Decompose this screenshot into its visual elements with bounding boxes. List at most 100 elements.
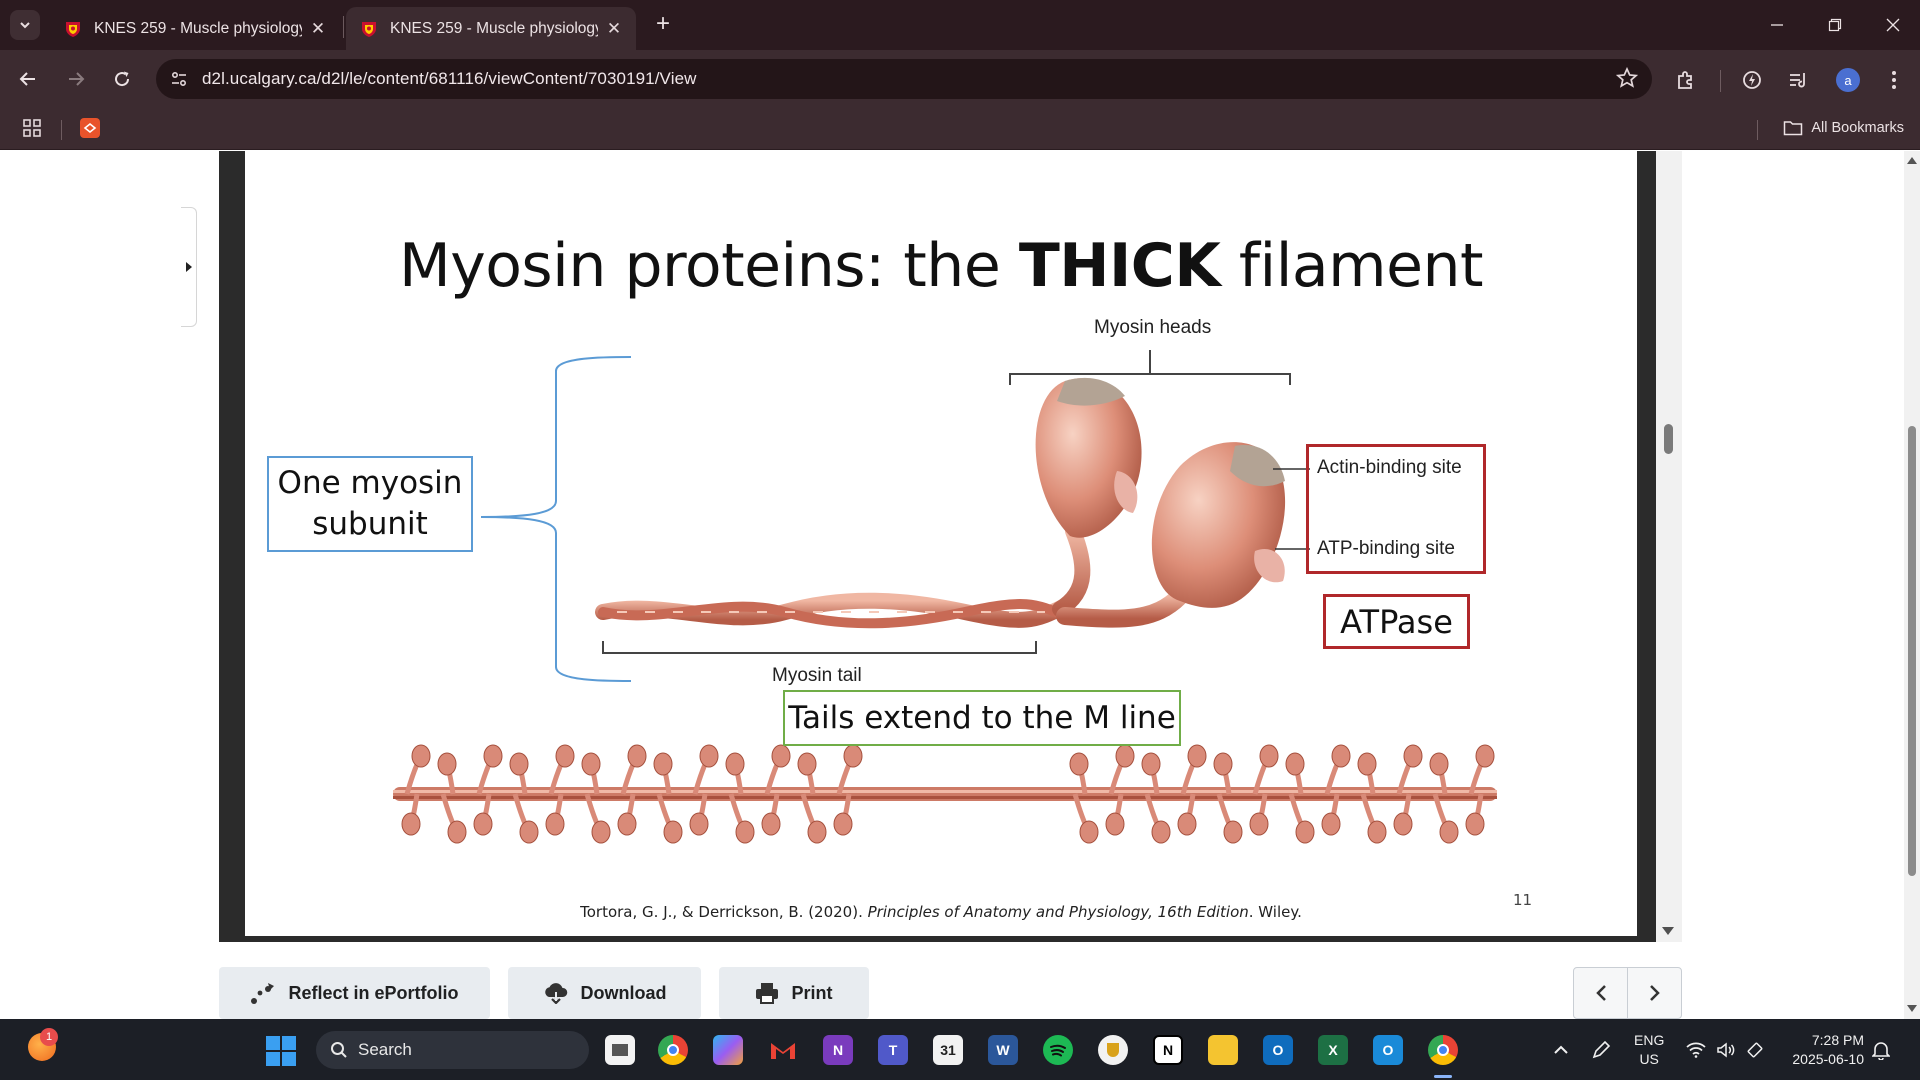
address-url[interactable]: d2l.ucalgary.ca/d2l/le/content/681116/vi… [202,69,697,89]
filament-myosin-head [1177,812,1197,836]
clock-date: 2025-06-10 [1792,1051,1864,1067]
myosin-neck-2 [1056,587,1189,628]
filament-myosin-head [1259,744,1279,768]
minimize-icon [1771,24,1783,26]
vpn-icon[interactable] [1098,1035,1128,1065]
start-button[interactable] [266,1036,296,1066]
filament-myosin-head [771,744,791,768]
chrome-icon[interactable] [658,1035,688,1065]
download-button[interactable]: Download [508,967,701,1019]
filament-myosin-head [1357,752,1377,776]
windows-logo-tile [282,1052,296,1066]
citation-title: Principles of Anatomy and Physiology, 16… [867,903,1249,921]
battery-icon[interactable] [1746,1019,1766,1080]
filament-myosin-head [1439,820,1459,844]
close-tab-icon[interactable]: ✕ [604,19,624,39]
windows-logo-tile [282,1036,296,1050]
filament-myosin-head [509,752,529,776]
bookmark-star-icon[interactable] [1615,66,1639,94]
filament-myosin-head [833,812,853,836]
filament-myosin-head [545,812,565,836]
taskbar-clock[interactable]: 7:28 PM 2025-06-10 [1780,1031,1864,1069]
page-scrollbar-thumb[interactable] [1908,426,1916,876]
next-topic-button[interactable] [1628,968,1681,1018]
tab-search-button[interactable] [10,10,40,40]
back-button[interactable] [12,63,44,95]
all-bookmarks-button[interactable]: All Bookmarks [1783,120,1904,136]
arrow-right-icon [69,72,85,86]
restore-button[interactable] [1806,0,1864,50]
filament-myosin-head [843,744,863,768]
reflect-eportfolio-button[interactable]: Reflect in ePortfolio [219,967,490,1019]
filament-myosin-head [1249,812,1269,836]
page-scroll-down-arrow[interactable] [1907,1005,1917,1012]
pen-icon[interactable] [1590,1019,1612,1080]
viewer-scrollbar[interactable] [1656,151,1682,942]
wifi-icon[interactable] [1686,1019,1706,1080]
reload-button[interactable] [106,63,138,95]
teams-icon[interactable]: T [878,1035,908,1065]
performance-icon[interactable] [1738,66,1766,94]
bookmark-app-icon[interactable] [80,118,100,138]
notification-bell-icon[interactable] [1872,1019,1890,1080]
apps-grid-icon[interactable] [22,118,42,143]
chrome-profile-icon[interactable] [1428,1035,1458,1065]
viewer-scrollbar-thumb[interactable] [1664,424,1673,454]
binding-sites-box [1306,444,1486,574]
folder-icon[interactable] [1208,1035,1238,1065]
forward-button[interactable] [60,63,92,95]
page-scrollbar[interactable] [1904,151,1920,1019]
filament-myosin-head [483,744,503,768]
all-bookmarks-label: All Bookmarks [1811,120,1904,136]
task-view-icon[interactable] [605,1035,635,1065]
browser-title-bar: KNES 259 - Muscle physiology ✕ KNES 259 … [0,0,1920,50]
viewer-scroll-down-arrow[interactable] [1662,927,1674,935]
filament-myosin-head [663,820,683,844]
filament-myosin-head [411,744,431,768]
myosin-neck-1 [1052,523,1091,617]
filament-myosin-head [447,820,467,844]
media-control-icon[interactable] [1784,66,1812,94]
myosin-head-2 [1151,442,1286,608]
spotify-icon[interactable] [1043,1035,1073,1065]
gmail-icon[interactable] [768,1035,798,1065]
filament-myosin-head [797,752,817,776]
filament-myosin-head [519,820,539,844]
print-button[interactable]: Print [719,967,869,1019]
outlook-new-icon[interactable]: O [1373,1035,1403,1065]
filament-myosin-head [1069,752,1089,776]
filament-myosin-head [591,820,611,844]
tab-knes-259-active[interactable]: KNES 259 - Muscle physiology ✕ [346,7,636,50]
excel-icon[interactable]: X [1318,1035,1348,1065]
chevron-left-icon [1595,985,1606,1001]
filament-myosin-head [1187,744,1207,768]
notion-icon[interactable]: N [1153,1035,1183,1065]
filament-myosin-head [581,752,601,776]
calendar-icon[interactable]: 31 [933,1035,963,1065]
previous-topic-button[interactable] [1574,968,1628,1018]
close-window-button[interactable] [1864,0,1920,50]
more-options-icon[interactable] [1880,66,1908,94]
site-info-icon[interactable] [166,66,192,92]
onenote-icon[interactable]: N [823,1035,853,1065]
myosin-tail-bracket [602,641,1037,654]
new-tab-button[interactable]: + [650,12,676,38]
show-hidden-icons-button[interactable] [1553,1019,1569,1080]
minimize-button[interactable] [1748,0,1806,50]
extensions-icon[interactable] [1672,66,1700,94]
word-icon[interactable]: W [988,1035,1018,1065]
close-tab-icon[interactable]: ✕ [308,19,328,39]
profile-avatar[interactable]: a [1836,68,1860,92]
copilot-icon[interactable] [713,1035,743,1065]
active-app-indicator [1434,1075,1452,1078]
tab-knes-259-inactive[interactable]: KNES 259 - Muscle physiology ✕ [50,7,340,50]
taskbar-search[interactable]: Search [316,1031,589,1069]
sidebar-toggle-button[interactable] [181,207,197,327]
filament-myosin-head [1321,812,1341,836]
outlook-icon[interactable]: O [1263,1035,1293,1065]
volume-icon[interactable] [1716,1019,1736,1080]
reload-icon [115,71,130,87]
page-scroll-up-arrow[interactable] [1907,157,1917,164]
language-indicator[interactable]: ENG US [1634,1031,1664,1069]
address-bar[interactable]: d2l.ucalgary.ca/d2l/le/content/681116/vi… [156,59,1652,99]
